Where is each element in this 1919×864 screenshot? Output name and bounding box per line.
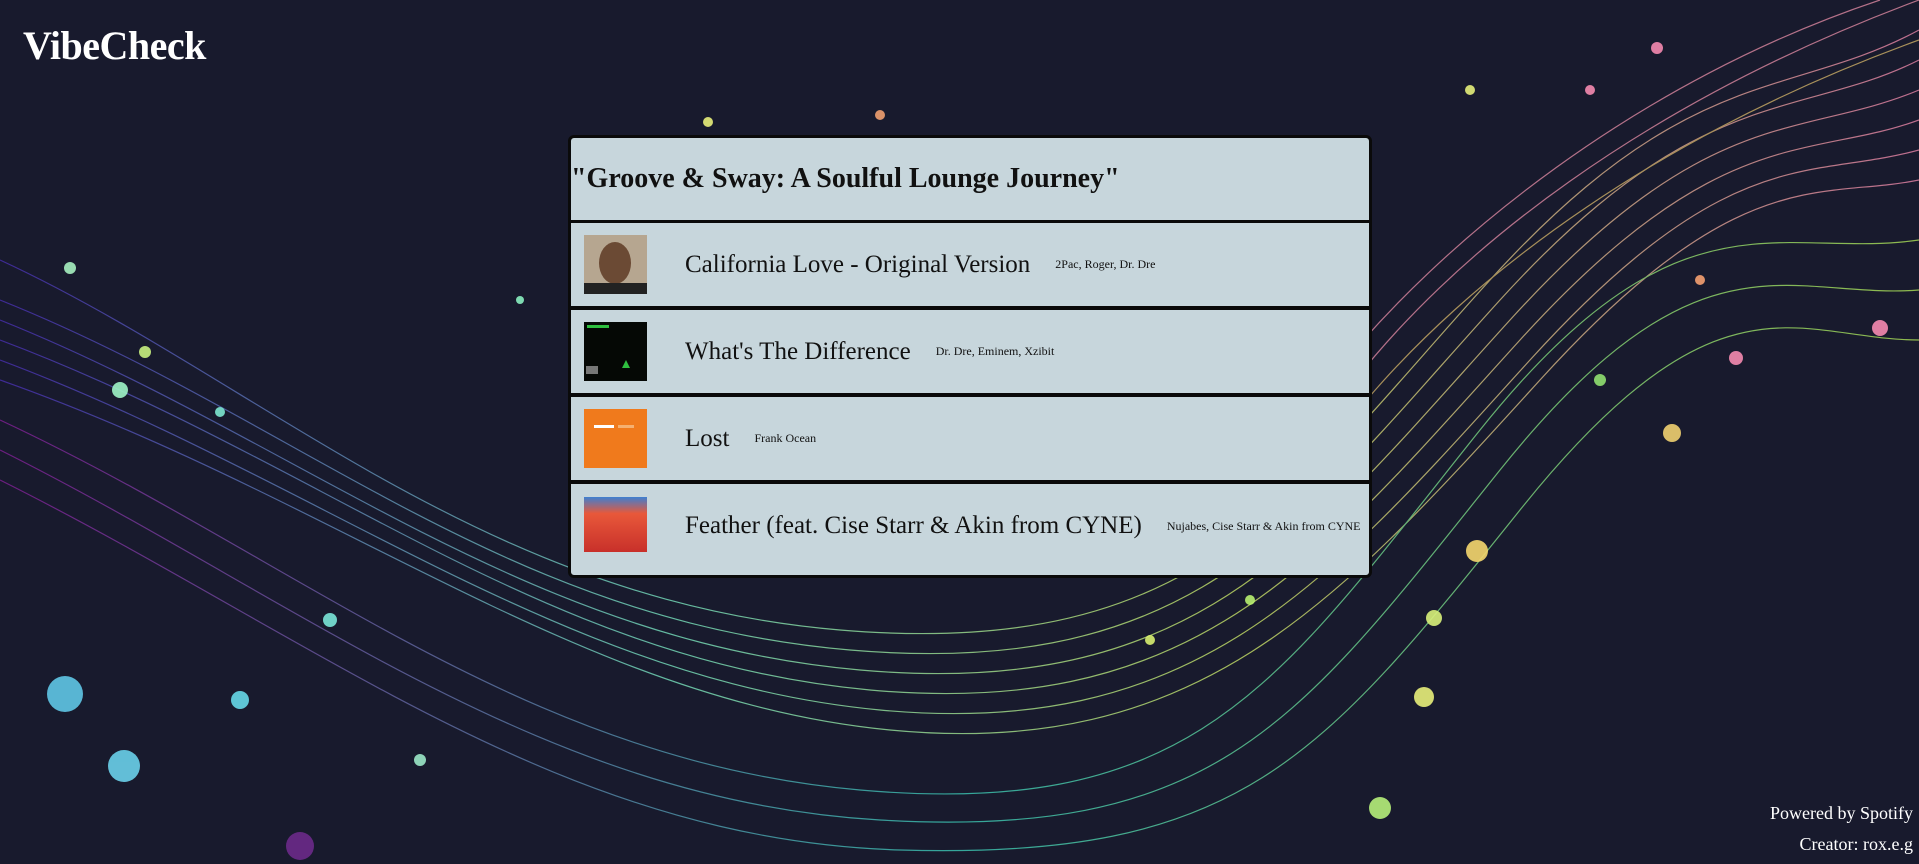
album-art: [584, 322, 647, 381]
app-title: VibeCheck: [23, 23, 206, 68]
track-row[interactable]: California Love - Original Version 2Pac,…: [571, 223, 1369, 310]
playlist-card: "Groove & Sway: A Soulful Lounge Journey…: [568, 135, 1372, 578]
track-name: California Love - Original Version: [685, 250, 1031, 278]
track-artists: Dr. Dre, Eminem, Xzibit: [935, 344, 1055, 358]
track-name: Lost: [685, 424, 730, 452]
track-artists: Nujabes, Cise Starr & Akin from CYNE: [1166, 518, 1361, 533]
album-art: [584, 235, 647, 294]
playlist-title: "Groove & Sway: A Soulful Lounge Journey…: [571, 138, 1369, 223]
album-art: [584, 409, 647, 468]
track-artists: 2Pac, Roger, Dr. Dre: [1055, 257, 1156, 271]
track-artists: Frank Ocean: [754, 431, 817, 445]
powered-by-label: Powered by Spotify: [1770, 803, 1913, 823]
track-list: California Love - Original Version 2Pac,…: [571, 223, 1369, 568]
track-row[interactable]: Lost Frank Ocean: [571, 397, 1369, 484]
track-row[interactable]: What's The Difference Dr. Dre, Eminem, X…: [571, 310, 1369, 397]
track-row[interactable]: Feather (feat. Cise Starr & Akin from CY…: [571, 484, 1369, 568]
creator-label: Creator: rox.e.g: [1799, 834, 1913, 854]
track-name: Feather (feat. Cise Starr & Akin from CY…: [685, 512, 1142, 539]
album-art: [584, 496, 647, 556]
track-name: What's The Difference: [685, 337, 911, 365]
